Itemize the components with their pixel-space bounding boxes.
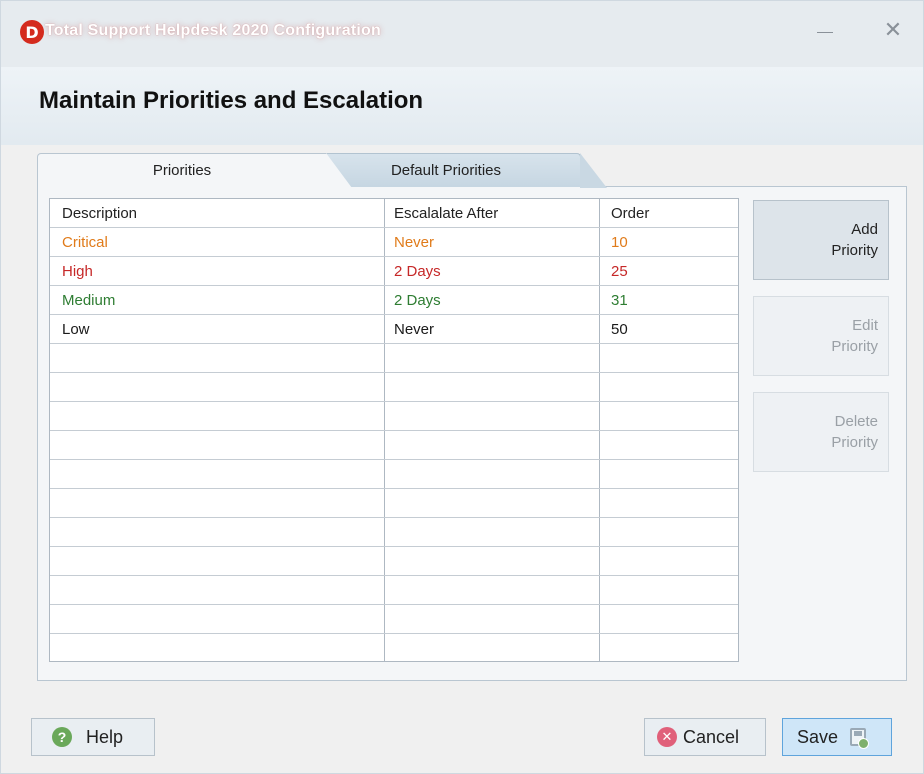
button-label-line1: Edit — [852, 317, 878, 334]
column-header-escalate-after[interactable]: Escalalate After — [394, 199, 599, 228]
window-title: Total Support Helpdesk 2020 Configuratio… — [45, 22, 381, 39]
save-icon — [850, 728, 870, 749]
button-label-line2: Priority — [831, 338, 878, 355]
cell-order: 50 — [611, 321, 628, 338]
page-title: Maintain Priorities and Escalation — [39, 87, 424, 114]
cell-order: 10 — [611, 234, 628, 251]
cancel-label: Cancel — [683, 726, 740, 747]
cell-description: High — [62, 263, 93, 280]
title-bar: D Total Support Helpdesk 2020 Configurat… — [1, 1, 923, 67]
empty-row — [50, 431, 738, 460]
config-window: D Total Support Helpdesk 2020 Configurat… — [0, 0, 924, 774]
save-button[interactable]: Save — [782, 718, 892, 756]
cell-escalate-after: 2 Days — [394, 292, 441, 309]
table-row[interactable]: Low Never 50 — [50, 315, 738, 344]
column-header-description[interactable]: Description — [62, 199, 382, 228]
table-row[interactable]: Critical Never 10 — [50, 228, 738, 257]
empty-row — [50, 460, 738, 489]
empty-row — [50, 344, 738, 373]
empty-row — [50, 373, 738, 402]
table-row[interactable]: High 2 Days 25 — [50, 257, 738, 286]
table-row[interactable]: Medium 2 Days 31 — [50, 286, 738, 315]
empty-row — [50, 518, 738, 547]
tab-label: Default Priorities — [390, 162, 502, 179]
column-header-order[interactable]: Order — [611, 199, 731, 228]
grid-header-row: Description Escalalate After Order — [50, 199, 738, 228]
delete-priority-button[interactable]: Delete Priority — [753, 392, 889, 472]
button-label-line1: Delete — [834, 413, 878, 430]
empty-row — [50, 489, 738, 518]
empty-row — [50, 634, 738, 661]
empty-row — [50, 605, 738, 634]
save-label: Save — [797, 726, 839, 747]
tab-priorities[interactable]: Priorities — [37, 153, 352, 188]
cell-escalate-after: Never — [394, 234, 435, 251]
button-label-line2: Priority — [831, 242, 878, 259]
empty-row — [50, 547, 738, 576]
empty-row — [50, 576, 738, 605]
cell-description: Low — [62, 321, 90, 338]
cell-description: Critical — [62, 234, 108, 251]
close-button[interactable]: ✕ — [877, 15, 909, 47]
button-label-line1: Add — [851, 221, 878, 238]
cancel-icon: ✕ — [657, 727, 677, 747]
cell-order: 31 — [611, 292, 628, 309]
cancel-button[interactable]: ✕ Cancel — [644, 718, 766, 756]
cell-escalate-after: 2 Days — [394, 263, 441, 280]
button-label-line2: Priority — [831, 434, 878, 451]
priorities-grid[interactable]: Description Escalalate After Order Criti… — [49, 198, 739, 662]
cell-order: 25 — [611, 263, 628, 280]
help-icon: ? — [52, 727, 72, 747]
help-button[interactable]: ? Help — [31, 718, 155, 756]
help-label: Help — [86, 726, 124, 747]
empty-row — [50, 402, 738, 431]
tab-label: Priorities — [152, 162, 212, 179]
cell-escalate-after: Never — [394, 321, 435, 338]
cell-description: Medium — [62, 292, 116, 309]
minimize-button[interactable] — [809, 15, 841, 47]
edit-priority-button[interactable]: Edit Priority — [753, 296, 889, 376]
app-logo-icon: D — [20, 20, 44, 44]
close-icon: ✕ — [883, 18, 903, 43]
add-priority-button[interactable]: Add Priority — [753, 200, 889, 280]
